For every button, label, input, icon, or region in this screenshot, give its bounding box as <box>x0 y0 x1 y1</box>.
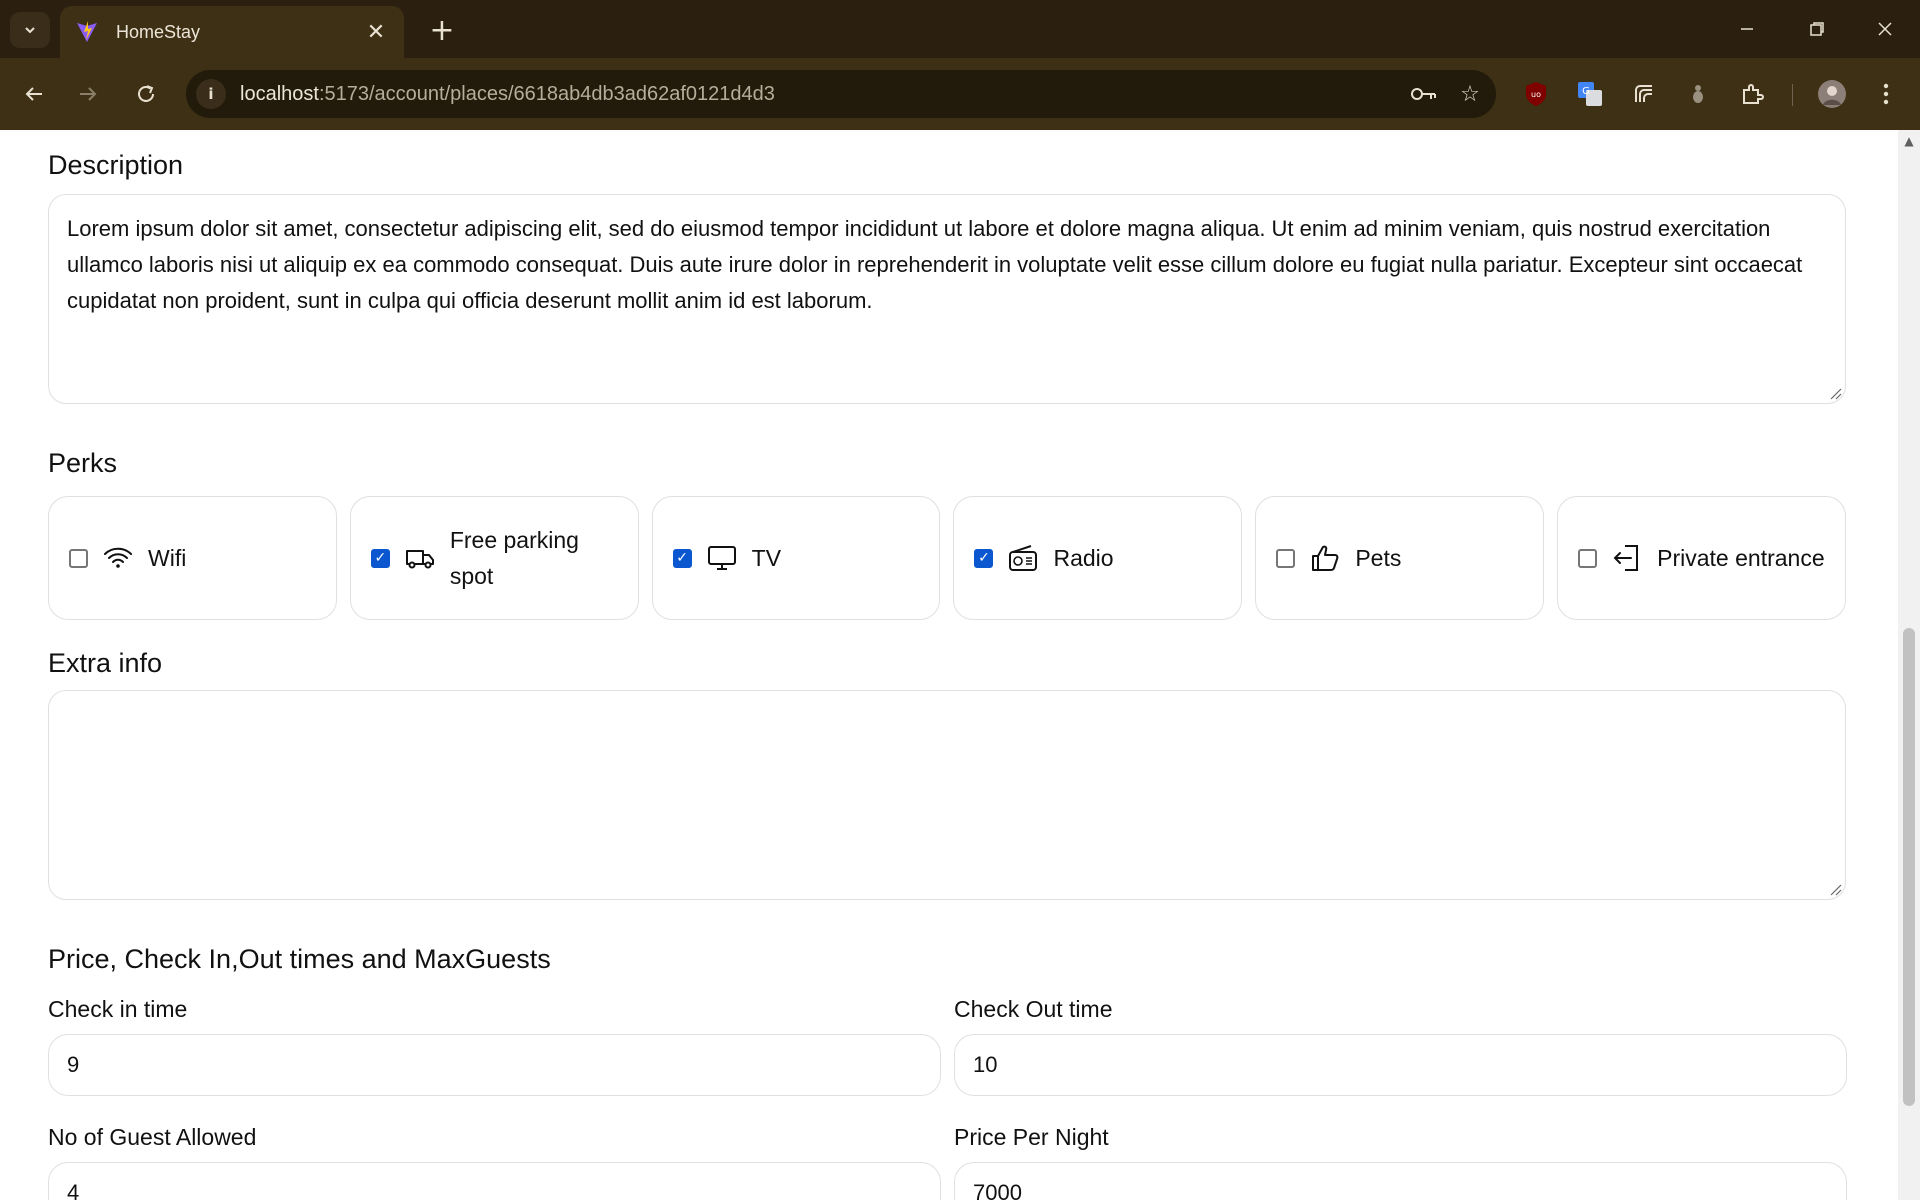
perk-label-pets: Pets <box>1355 545 1402 571</box>
perk-free-parking[interactable]: ✓ Free parking spot <box>349 496 639 620</box>
translate-icon[interactable]: G <box>1572 76 1608 112</box>
page-viewport: Description Lorem ipsum dolor sit amet, … <box>0 130 1898 1200</box>
truck-icon <box>405 550 434 569</box>
price-label: Price Per Night <box>954 1124 1109 1150</box>
radio-checkbox[interactable]: ✓ <box>974 548 994 568</box>
description-textarea[interactable]: Lorem ipsum dolor sit amet, consectetur … <box>48 194 1846 404</box>
perk-label-tv: TV <box>751 545 782 571</box>
active-tab[interactable]: HomeStay ✕ <box>60 6 404 58</box>
close-window-button[interactable] <box>1850 0 1920 58</box>
browser-menu-icon[interactable] <box>1868 76 1904 112</box>
tab-title: HomeStay <box>116 21 201 42</box>
price-input[interactable]: 7000 <box>954 1162 1847 1200</box>
check-out-input[interactable]: 10 <box>954 1034 1847 1096</box>
vite-favicon-icon <box>74 19 100 45</box>
tab-strip: HomeStay ✕ + <box>0 0 1920 58</box>
check-out-value: 10 <box>973 1052 998 1077</box>
extension-swirl-icon[interactable] <box>1626 76 1662 112</box>
extensions-puzzle-icon[interactable] <box>1734 76 1770 112</box>
tv-checkbox[interactable]: ✓ <box>672 548 692 568</box>
entrance-icon <box>1613 545 1639 571</box>
minimize-icon <box>1741 28 1753 30</box>
star-icon[interactable]: ☆ <box>1450 74 1490 114</box>
chevron-down-icon <box>25 27 35 34</box>
check-in-label: Check in time <box>48 996 188 1022</box>
ublock-icon[interactable]: uo <box>1518 76 1554 112</box>
extra-info-heading: Extra info <box>48 648 163 678</box>
close-icon <box>1878 22 1892 36</box>
arrow-right-icon <box>80 87 97 101</box>
wifi-checkbox[interactable] <box>69 548 88 568</box>
scroll-thumb[interactable] <box>1903 628 1915 1106</box>
price-value: 7000 <box>973 1180 1022 1200</box>
resize-grip-icon[interactable] <box>1828 882 1842 896</box>
tab-close-icon[interactable]: ✕ <box>362 20 390 45</box>
perk-tv[interactable]: ✓ TV <box>651 496 941 620</box>
arrow-left-icon <box>25 87 42 101</box>
guests-label: No of Guest Allowed <box>48 1124 257 1150</box>
guests-value: 4 <box>67 1180 80 1200</box>
back-button[interactable] <box>14 74 54 114</box>
forward-button[interactable] <box>68 74 108 114</box>
extension-figure-icon[interactable] <box>1680 76 1716 112</box>
perk-wifi[interactable]: Wifi <box>48 496 337 620</box>
perks-heading: Perks <box>48 448 118 478</box>
resize-grip-icon[interactable] <box>1828 386 1842 400</box>
check-in-value: 9 <box>67 1052 80 1077</box>
url-text[interactable]: localhost:5173/account/places/6618ab4db3… <box>240 83 1404 106</box>
reload-icon <box>138 85 154 102</box>
toolbar-divider <box>1792 84 1793 106</box>
page-scrollbar[interactable]: ▲ <box>1898 130 1920 1200</box>
check-out-label: Check Out time <box>954 996 1113 1022</box>
tv-icon <box>707 546 736 570</box>
reload-button[interactable] <box>126 74 166 114</box>
pets-checkbox[interactable] <box>1276 548 1296 568</box>
perk-label-private-entrance: Private entrance <box>1657 545 1825 571</box>
address-bar[interactable]: i localhost:5173/account/places/6618ab4d… <box>186 70 1496 118</box>
svg-text:uo: uo <box>1531 90 1541 99</box>
private-entrance-checkbox[interactable] <box>1578 548 1598 568</box>
thumbs-up-icon <box>1312 545 1339 571</box>
perk-radio[interactable]: ✓ Radio <box>953 496 1243 620</box>
wifi-icon <box>104 547 132 568</box>
minimize-button[interactable] <box>1712 0 1782 58</box>
description-text: Lorem ipsum dolor sit amet, consectetur … <box>67 216 1803 313</box>
new-tab-button[interactable]: + <box>424 12 460 48</box>
site-info-icon[interactable]: i <box>196 79 226 109</box>
radio-icon <box>1009 545 1038 571</box>
perk-label-wifi: Wifi <box>148 545 187 571</box>
profile-avatar[interactable] <box>1814 76 1850 112</box>
perk-pets[interactable]: Pets <box>1255 496 1545 620</box>
svg-text:G: G <box>1582 86 1590 97</box>
perk-label-free-parking: Free parking spot <box>449 527 579 589</box>
pricing-heading: Price, Check In,Out times and MaxGuests <box>48 944 551 974</box>
perks-grid: Wifi ✓ Free parking spot ✓ TV ✓ Radio Pe… <box>48 496 1846 620</box>
perk-private-entrance[interactable]: Private entrance <box>1557 496 1846 620</box>
extra-info-textarea[interactable] <box>48 690 1846 900</box>
scroll-up-arrow-icon[interactable]: ▲ <box>1898 134 1920 150</box>
restore-icon <box>1810 22 1824 36</box>
browser-toolbar: i localhost:5173/account/places/6618ab4d… <box>0 58 1920 130</box>
tab-search-button[interactable] <box>10 12 50 48</box>
restore-button[interactable] <box>1782 0 1852 58</box>
free-parking-checkbox[interactable]: ✓ <box>370 548 390 568</box>
check-in-input[interactable]: 9 <box>48 1034 941 1096</box>
guests-input[interactable]: 4 <box>48 1162 941 1200</box>
perk-label-radio: Radio <box>1053 545 1114 571</box>
description-heading: Description <box>48 150 184 180</box>
key-icon[interactable] <box>1404 74 1444 114</box>
